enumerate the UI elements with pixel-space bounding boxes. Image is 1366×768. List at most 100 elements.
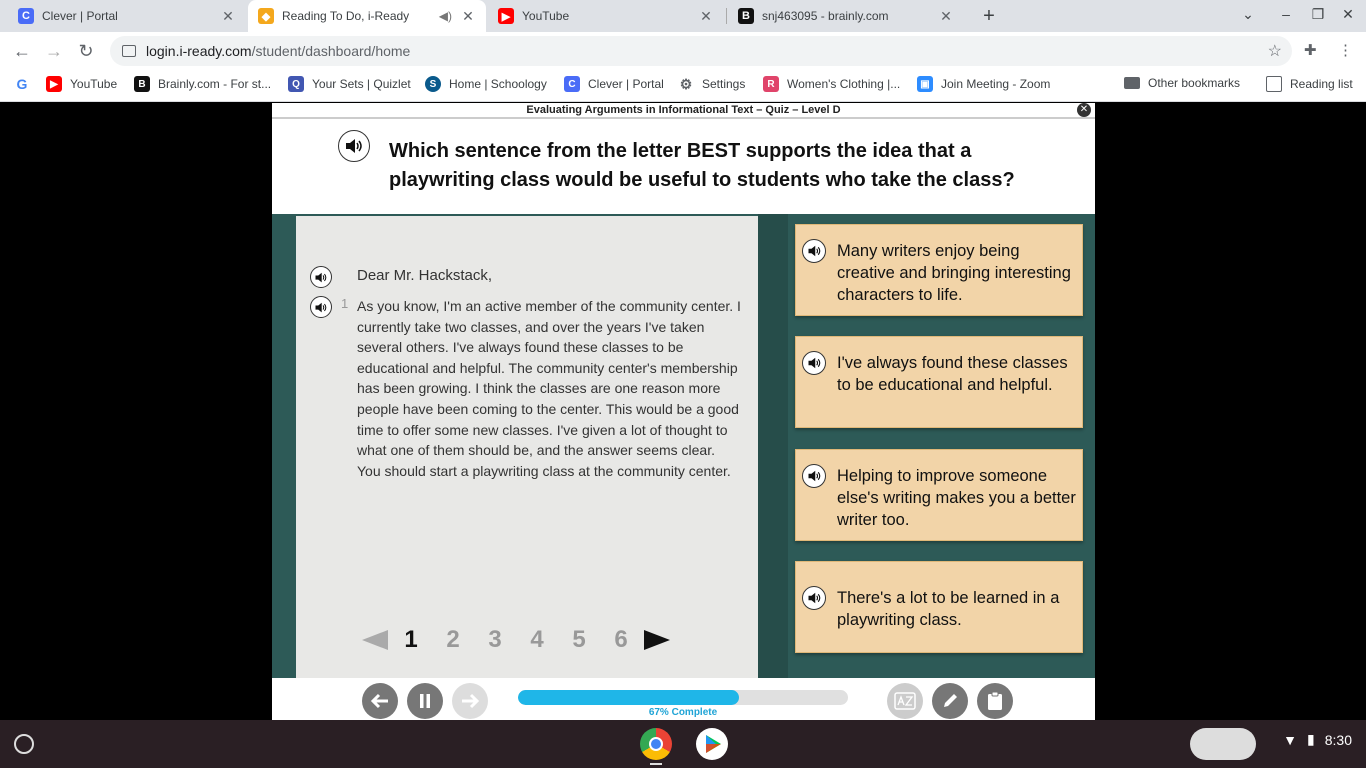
answer-speaker-icon[interactable]: [802, 239, 826, 263]
forward-icon[interactable]: →: [42, 39, 66, 63]
bookmark-star-icon[interactable]: ☆: [1268, 41, 1282, 61]
paragraph-number: 1: [341, 296, 349, 311]
previous-page-arrow-icon[interactable]: [360, 628, 390, 652]
bookmark-clothing[interactable]: R Women's Clothing |...: [763, 76, 900, 92]
close-tab-icon[interactable]: ✕: [220, 8, 236, 25]
bookmark-label: Clever | Portal: [588, 77, 664, 91]
progress-fill: [518, 690, 740, 705]
battery-icon: ▮: [1307, 731, 1315, 747]
page-content: Evaluating Arguments in Informational Te…: [0, 103, 1366, 720]
answer-choice-2[interactable]: I've always found these classes to be ed…: [795, 336, 1083, 428]
reading-list[interactable]: Reading list: [1266, 76, 1353, 92]
close-quiz-icon[interactable]: ✕: [1077, 103, 1091, 117]
question-text: Which sentence from the letter BEST supp…: [389, 140, 1015, 191]
next-arrow-icon: [462, 693, 480, 709]
next-arrow-button[interactable]: [452, 683, 488, 719]
letter-greeting: Dear Mr. Hackstack,: [357, 267, 493, 284]
extensions-icon[interactable]: ✚: [1304, 41, 1317, 59]
passage-pager: 1 2 3 4 5 6: [360, 626, 672, 654]
tab-separator: [726, 8, 727, 24]
bookmark-label: Other bookmarks: [1148, 76, 1241, 90]
minimize-icon[interactable]: –: [1276, 6, 1296, 22]
tab-brainly[interactable]: B snj463095 - brainly.com ✕: [728, 0, 964, 32]
site-info-icon[interactable]: [122, 45, 136, 57]
url-path: /student/dashboard/home: [251, 43, 411, 59]
tab-title: Reading To Do, i-Ready: [282, 9, 410, 23]
gear-icon: ⚙: [679, 75, 693, 92]
bookmark-label: Women's Clothing |...: [787, 77, 901, 91]
answer-choice-4[interactable]: There's a lot to be learned in a playwri…: [795, 561, 1083, 653]
bookmark-clever[interactable]: C Clever | Portal: [564, 76, 664, 92]
bookmark-quizlet[interactable]: Q Your Sets | Quizlet: [288, 76, 411, 92]
bookmark-label: Brainly.com - For st...: [158, 77, 272, 91]
answer-text: Many writers enjoy being creative and br…: [837, 242, 1071, 304]
answer-choice-3[interactable]: Helping to improve someone else's writin…: [795, 449, 1083, 541]
reload-icon[interactable]: ↻: [74, 39, 98, 63]
answer-speaker-icon[interactable]: [802, 351, 826, 375]
tab-youtube[interactable]: ▶ YouTube ✕: [488, 0, 724, 32]
page-2[interactable]: 2: [432, 626, 474, 654]
tab-iready[interactable]: ◆ Reading To Do, i-Ready ◀) ✕: [248, 0, 486, 32]
bookmarks-bar: G ▶ YouTube B Brainly.com - For st... Q You…: [0, 70, 1366, 102]
answer-text: Helping to improve someone else's writin…: [837, 467, 1076, 529]
greeting-speaker-icon[interactable]: [310, 266, 332, 288]
tab-clever[interactable]: C Clever | Portal ✕: [8, 0, 246, 32]
address-bar[interactable]: login.i-ready.com/student/dashboard/home…: [110, 36, 1292, 66]
page-3[interactable]: 3: [474, 626, 516, 654]
play-store-icon[interactable]: [696, 728, 728, 760]
clock: 8:30: [1324, 731, 1352, 748]
back-arrow-button[interactable]: [362, 683, 398, 719]
close-tab-icon[interactable]: ✕: [938, 8, 954, 25]
paragraph-speaker-icon[interactable]: [310, 296, 332, 318]
bookmark-zoom[interactable]: ▣ Join Meeting - Zoom: [917, 76, 1050, 92]
answer-speaker-icon[interactable]: [802, 586, 826, 610]
back-arrow-icon: [370, 693, 388, 709]
answer-text: I've always found these classes to be ed…: [837, 354, 1068, 394]
back-icon[interactable]: ←: [10, 39, 34, 63]
bookmark-brainly[interactable]: B Brainly.com - For st...: [134, 76, 271, 92]
pause-button[interactable]: [407, 683, 443, 719]
youtube-favicon-icon: ▶: [498, 8, 514, 24]
page-6[interactable]: 6: [600, 626, 642, 654]
brainly-icon: B: [134, 76, 150, 92]
tab-search-icon[interactable]: ⌄: [1238, 6, 1258, 23]
bookmark-label: Reading list: [1290, 77, 1353, 91]
restore-icon[interactable]: ❐: [1308, 6, 1328, 23]
page-5[interactable]: 5: [558, 626, 600, 654]
clothing-store-icon: R: [763, 76, 779, 92]
zoom-icon: ▣: [917, 76, 933, 92]
glossary-button[interactable]: [887, 683, 923, 719]
close-tab-icon[interactable]: ✕: [460, 8, 476, 25]
status-tray[interactable]: ▼ ▮ 8:30: [1283, 731, 1352, 748]
answer-speaker-icon[interactable]: [802, 464, 826, 488]
quiz-title: Evaluating Arguments in Informational Te…: [272, 103, 1095, 119]
launcher-icon[interactable]: [14, 734, 34, 754]
google-icon[interactable]: G: [14, 76, 38, 92]
bookmark-settings[interactable]: ⚙ Settings: [678, 75, 746, 92]
audio-playing-icon[interactable]: ◀): [439, 9, 452, 23]
next-page-arrow-icon[interactable]: [642, 628, 672, 652]
bookmark-schoology[interactable]: S Home | Schoology: [425, 76, 547, 92]
answer-choice-1[interactable]: Many writers enjoy being creative and br…: [795, 224, 1083, 316]
chrome-icon[interactable]: [640, 728, 672, 760]
url-host: login.i-ready.com: [146, 43, 252, 59]
close-tab-icon[interactable]: ✕: [698, 8, 714, 25]
page-1[interactable]: 1: [390, 626, 432, 654]
highlight-button[interactable]: [932, 683, 968, 719]
close-window-icon[interactable]: ✕: [1338, 6, 1358, 23]
panel-divider: [758, 214, 788, 678]
page-4[interactable]: 4: [516, 626, 558, 654]
menu-icon[interactable]: ⋮: [1338, 41, 1353, 59]
bookmark-youtube[interactable]: ▶ YouTube: [46, 76, 117, 92]
tote-thumbnails[interactable]: [1190, 728, 1256, 760]
notepad-button[interactable]: [977, 683, 1013, 719]
quiz-footer: 67% Complete: [272, 678, 1095, 720]
youtube-icon: ▶: [46, 76, 62, 92]
bookmark-label: YouTube: [70, 77, 118, 91]
other-bookmarks[interactable]: Other bookmarks: [1124, 76, 1240, 90]
bookmark-label: Join Meeting - Zoom: [941, 77, 1051, 91]
question-speaker-icon[interactable]: [338, 130, 370, 162]
new-tab-icon[interactable]: +: [978, 5, 1000, 27]
clever-favicon-icon: C: [18, 8, 34, 24]
iready-quiz: Evaluating Arguments in Informational Te…: [272, 103, 1095, 720]
